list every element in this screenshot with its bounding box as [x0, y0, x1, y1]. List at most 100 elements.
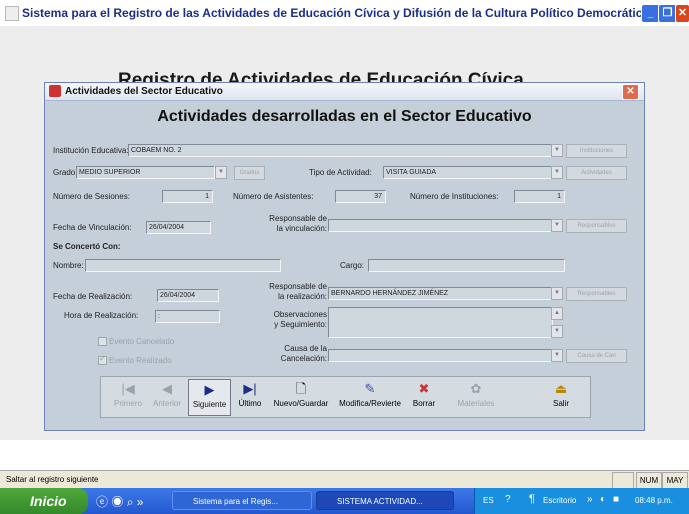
- status-bar: Saltar al registro siguiente NUM MAY: [0, 470, 689, 489]
- resp-vinculacion-dropdown[interactable]: ▼: [551, 219, 563, 232]
- evento-realizado-checkbox[interactable]: ✓: [98, 354, 107, 365]
- fecha-realizacion-field[interactable]: 26/04/2004: [157, 289, 219, 302]
- clock: 08:48 p.m.: [635, 496, 673, 505]
- close-icon: ✕: [677, 7, 688, 19]
- dialog-title-bar: Actividades del Sector Educativo ✕: [45, 83, 644, 101]
- resp-vinculacion-label-line2: la vinculación:: [276, 224, 327, 233]
- modify-revert-button[interactable]: ✎ Modifica/Revierte: [335, 379, 405, 414]
- help-icon[interactable]: ?: [505, 494, 511, 505]
- main-title-bar: Sistema para el Registro de las Activida…: [0, 0, 689, 26]
- observaciones-scroll-up[interactable]: ▲: [551, 307, 563, 320]
- chevron-down-icon: ▼: [554, 147, 560, 153]
- quick-launch-more[interactable]: »: [137, 495, 144, 509]
- sesiones-field[interactable]: 1: [162, 190, 213, 203]
- institucion-combo[interactable]: COBAEM NO. 2: [128, 144, 552, 157]
- asistentes-field[interactable]: 37: [335, 190, 386, 203]
- instituciones-button[interactable]: Instituciones: [566, 144, 627, 158]
- responsables-vinculacion-button[interactable]: Responsables: [566, 219, 627, 233]
- instituciones-num-field[interactable]: 1: [514, 190, 565, 203]
- delete-label: Borrar: [412, 399, 436, 408]
- delete-button[interactable]: ✖ Borrar: [407, 379, 441, 414]
- resp-realizacion-label-line1: Responsable de: [269, 282, 327, 291]
- causa-label-line2: Cancelación:: [280, 354, 327, 363]
- start-button[interactable]: Inicio: [0, 488, 88, 514]
- record-toolbar: |◀ Primero ◀ Anterior ▶ Siguiente ▶| Último …: [100, 376, 591, 418]
- causa-label-line1: Causa de la: [284, 344, 327, 353]
- previous-button[interactable]: ◀ Anterior: [148, 379, 186, 414]
- dialog-close-button[interactable]: ✕: [622, 84, 639, 100]
- grado-dropdown[interactable]: ▼: [215, 166, 227, 179]
- dialog-app-icon: [49, 85, 61, 97]
- tipo-actividad-combo[interactable]: VISITA GUIADA: [383, 166, 553, 179]
- observaciones-label-line1: Observaciones: [273, 310, 327, 319]
- close-button[interactable]: ✕: [675, 4, 689, 23]
- resp-realizacion-label-line2: la realización:: [278, 292, 327, 301]
- chevron-down-icon: ▼: [554, 290, 560, 296]
- new-document-icon: 🗋: [295, 381, 307, 396]
- resp-vinculacion-combo[interactable]: [328, 219, 553, 232]
- cargo-field[interactable]: [368, 259, 565, 272]
- quick-launch: ⓔ ◉ ⌕ »: [96, 493, 166, 509]
- modify-revert-label: Modifica/Revierte: [339, 399, 401, 408]
- ie-icon[interactable]: ⓔ: [96, 495, 108, 509]
- fecha-realizacion-label: Fecha de Realización:: [53, 292, 133, 301]
- network-icon[interactable]: ■: [613, 494, 619, 505]
- pin-icon[interactable]: ¶: [529, 493, 535, 505]
- cargo-label: Cargo:: [340, 261, 365, 270]
- system-tray: ES ? ¶ Escritorio » ◐ ■ 08:48 p.m.: [474, 488, 689, 514]
- language-indicator[interactable]: ES: [483, 496, 494, 505]
- exit-button[interactable]: ⏏ Salir: [543, 379, 579, 414]
- grado-combo[interactable]: MEDIO SUPERIOR: [76, 166, 215, 179]
- nombre-label: Nombre:: [53, 261, 84, 270]
- responsables-realizacion-button[interactable]: Responsables: [566, 287, 627, 301]
- chevron-down-icon: ▼: [554, 328, 560, 334]
- dialog-heading: Actividades desarrolladas en el Sector E…: [157, 108, 532, 125]
- hora-field[interactable]: :: [155, 310, 220, 323]
- minimize-icon: _: [647, 7, 654, 19]
- desktop-toolbar[interactable]: Escritorio: [543, 496, 576, 505]
- tipo-actividad-dropdown[interactable]: ▼: [551, 166, 563, 179]
- materials-label: Materiales: [457, 399, 495, 408]
- fecha-vinculacion-field[interactable]: 26/04/2004: [146, 221, 211, 234]
- instituciones-num-label: Número de Instituciones:: [410, 192, 499, 201]
- materials-icon: ✿: [470, 381, 482, 396]
- observaciones-field[interactable]: [328, 307, 553, 338]
- causa-cancelacion-button[interactable]: Causa de Can: [566, 349, 627, 363]
- institucion-dropdown[interactable]: ▼: [551, 144, 563, 157]
- next-button[interactable]: ▶ Siguiente: [188, 379, 231, 416]
- last-label: Último: [238, 399, 262, 408]
- first-button[interactable]: |◀ Primero: [109, 379, 147, 414]
- new-save-button[interactable]: 🗋 Nuevo/Guardar: [270, 379, 332, 414]
- nombre-field[interactable]: [85, 259, 281, 272]
- tipo-actividad-label: Tipo de Actividad:: [309, 168, 372, 177]
- status-empty-panel: [612, 472, 634, 489]
- resp-realizacion-dropdown[interactable]: ▼: [551, 287, 563, 300]
- restore-icon: ❐: [662, 7, 673, 19]
- tray-more[interactable]: »: [587, 494, 593, 505]
- causa-combo[interactable]: [328, 349, 553, 362]
- actividades-dialog: Actividades del Sector Educativo ✕ Activ…: [44, 82, 645, 431]
- chevron-up-icon: ▲: [554, 310, 560, 316]
- exit-icon: ⏏: [554, 381, 568, 396]
- last-icon: ▶|: [243, 381, 257, 396]
- task-sistema[interactable]: Sistema para el Regis...: [172, 491, 312, 510]
- media-icon[interactable]: ◉: [111, 495, 123, 509]
- last-button[interactable]: ▶| Último: [233, 379, 267, 414]
- search-icon[interactable]: ⌕: [127, 495, 134, 509]
- materials-button[interactable]: ✿ Materiales: [446, 379, 506, 414]
- app-icon: [5, 6, 19, 21]
- resp-realizacion-combo[interactable]: BERNARDO HERNÁNDEZ JIMÉNEZ: [328, 287, 553, 300]
- actividades-button[interactable]: Actividades: [566, 166, 627, 180]
- caps-lock-indicator: MAY: [662, 472, 688, 489]
- observaciones-scroll-down[interactable]: ▼: [551, 325, 563, 338]
- grados-button[interactable]: Grados: [234, 166, 265, 180]
- close-icon: ✕: [626, 86, 635, 97]
- previous-icon: ◀: [162, 381, 172, 396]
- num-lock-indicator: NUM: [636, 472, 662, 489]
- evento-realizado-label: Evento Realizado: [109, 356, 172, 365]
- asistentes-label: Número de Asistentes:: [233, 192, 314, 201]
- causa-dropdown[interactable]: ▼: [551, 349, 563, 362]
- volume-icon[interactable]: ◐: [600, 494, 606, 505]
- evento-cancelado-checkbox[interactable]: [98, 337, 107, 346]
- task-actividad[interactable]: SISTEMA ACTIVIDAD...: [316, 491, 454, 510]
